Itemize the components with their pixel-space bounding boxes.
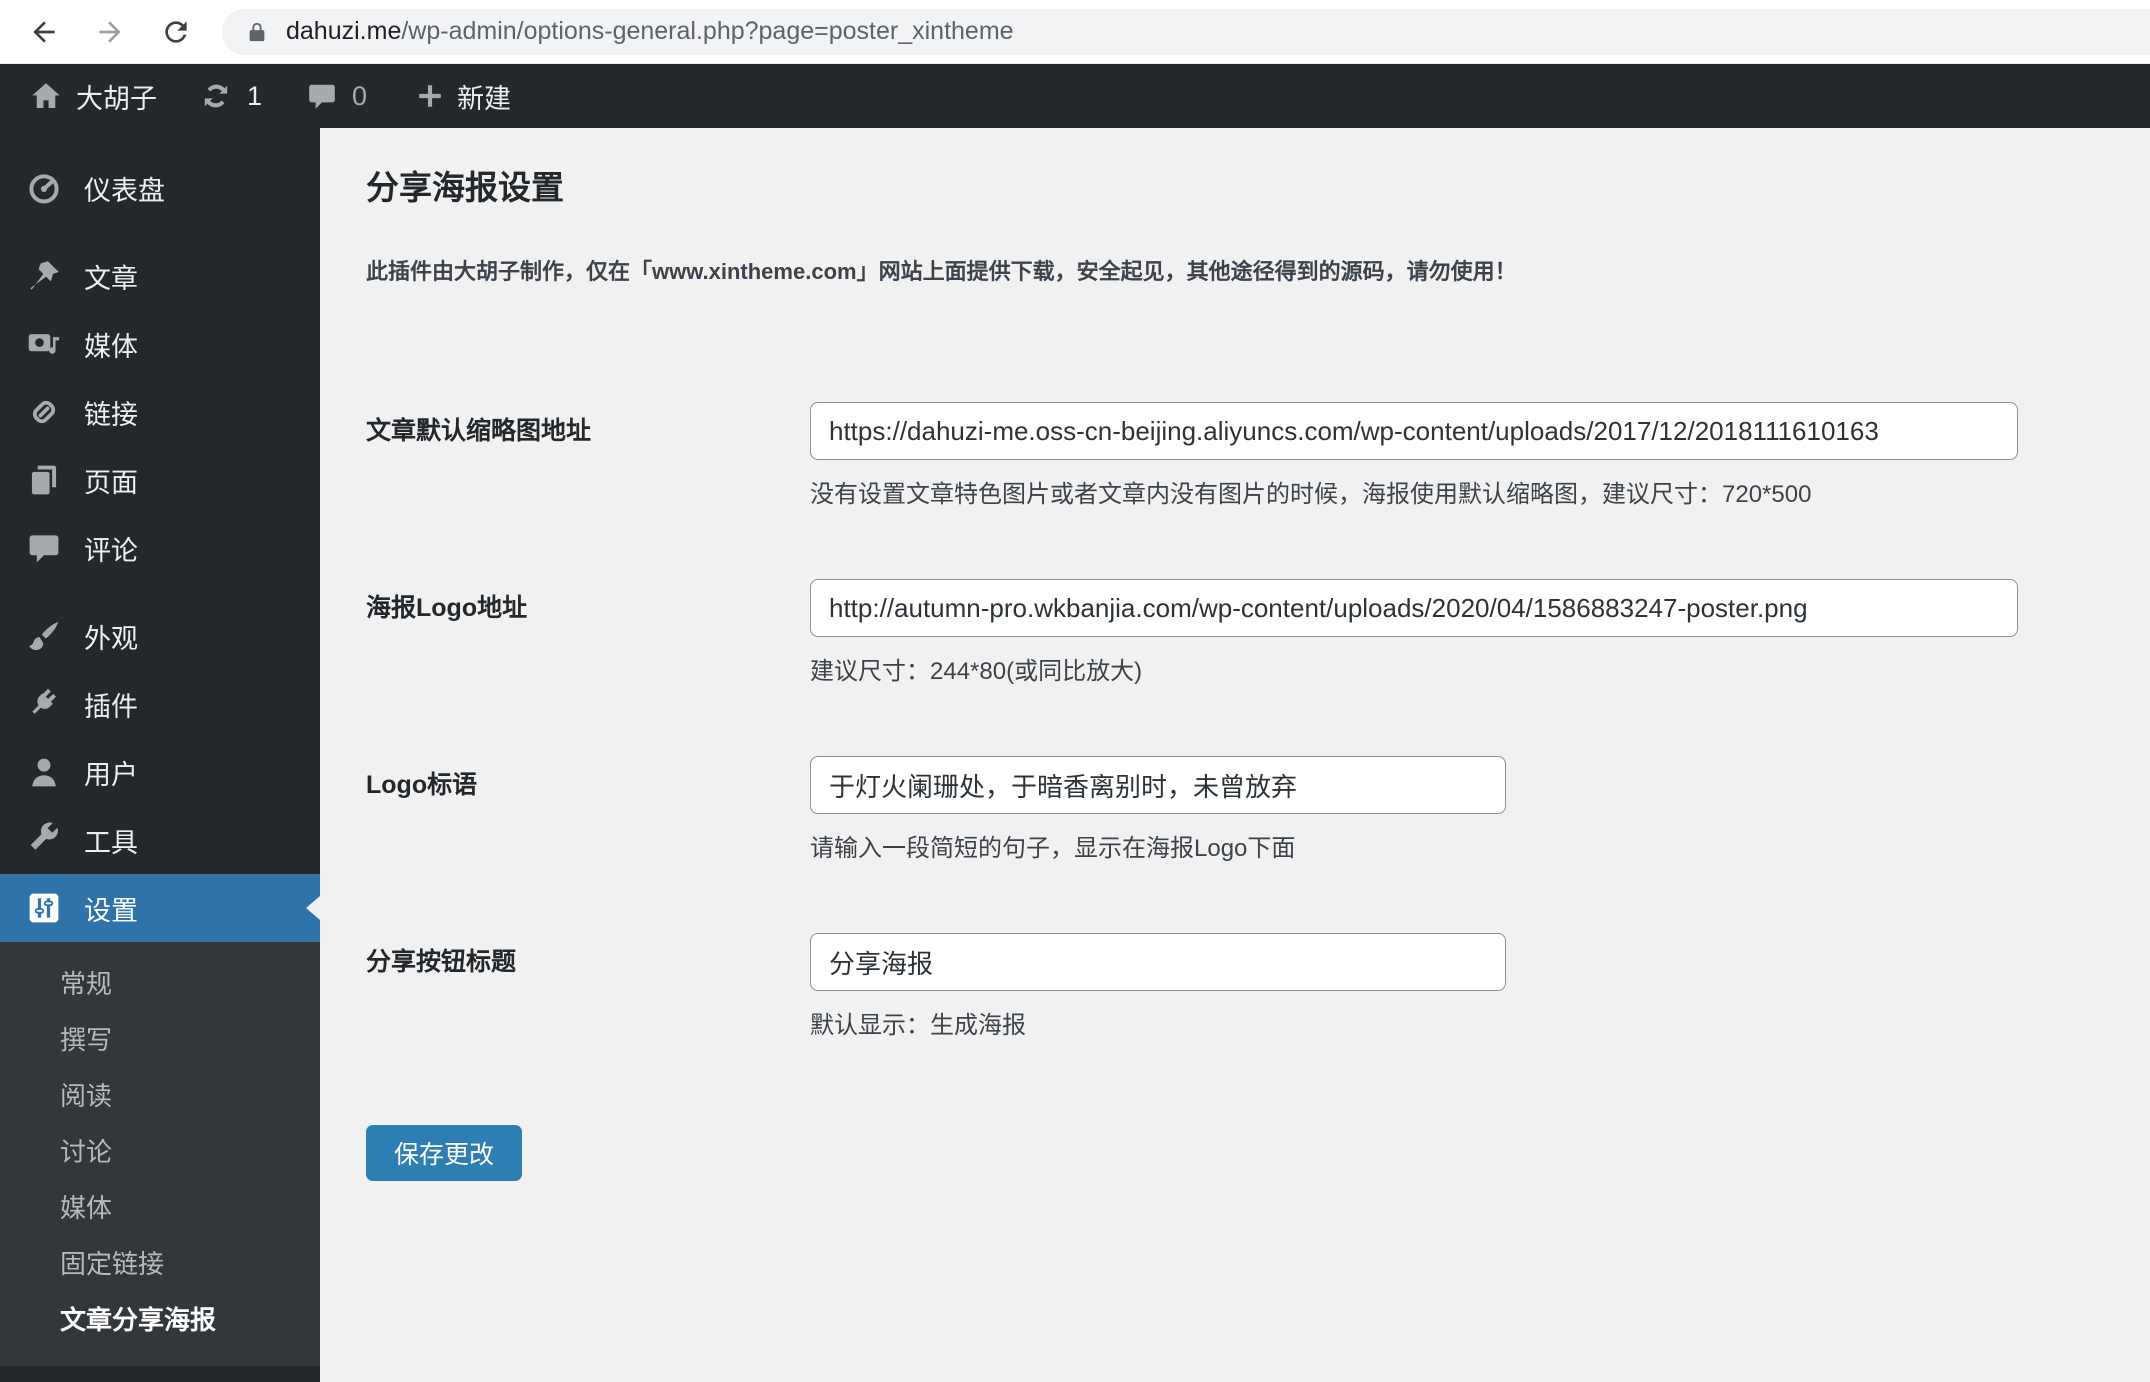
reload-icon xyxy=(165,20,187,43)
field-row-thumbnail-url: 文章默认缩略图地址 没有设置文章特色图片或者文章内没有图片的时候，海报使用默认缩… xyxy=(366,402,2110,509)
admin-bar-new-link[interactable]: 新建 xyxy=(415,64,511,128)
url-host: dahuzi.me xyxy=(286,17,402,45)
submit-row: 保存更改 xyxy=(366,1125,2110,1181)
field-row-share-button-title: 分享按钮标题 默认显示：生成海报 xyxy=(366,933,2110,1040)
pages-icon xyxy=(31,465,57,495)
submenu-item-writing[interactable]: 撰写 xyxy=(0,1012,320,1068)
settings-form: 文章默认缩略图地址 没有设置文章特色图片或者文章内没有图片的时候，海报使用默认缩… xyxy=(366,402,2110,1181)
plus-icon xyxy=(419,85,441,107)
field-label: 分享按钮标题 xyxy=(366,948,517,976)
url-path: /wp-admin/options-general.php?page=poste… xyxy=(401,17,1014,45)
wp-admin-bar: 大胡子 1 0 新建 xyxy=(0,64,2150,128)
dashboard-icon xyxy=(29,174,59,204)
submenu-item-discussion[interactable]: 讨论 xyxy=(0,1124,320,1180)
active-menu-arrow xyxy=(306,896,320,920)
update-icon xyxy=(204,84,228,108)
submenu-item-reading[interactable]: 阅读 xyxy=(0,1068,320,1124)
field-help: 建议尺寸：244*80(或同比放大) xyxy=(810,658,1143,685)
browser-reload-button[interactable] xyxy=(154,10,198,54)
sidebar-item-tools[interactable]: 工具 xyxy=(0,806,320,874)
page-title: 分享海报设置 xyxy=(366,169,564,206)
users-icon xyxy=(32,758,56,787)
field-label: 海报Logo地址 xyxy=(366,594,528,622)
sidebar-item-label: 链接 xyxy=(84,399,138,430)
pin-icon xyxy=(30,261,59,290)
browser-forward-button[interactable] xyxy=(88,10,132,54)
sidebar-item-settings[interactable]: 设置 xyxy=(0,874,320,942)
sidebar-item-label: 外观 xyxy=(84,623,138,654)
submenu-item-permalinks[interactable]: 固定链接 xyxy=(0,1236,320,1292)
new-label: 新建 xyxy=(457,83,512,114)
comment-bubble-icon xyxy=(309,84,335,109)
admin-bar-site-link[interactable]: 大胡子 xyxy=(30,64,157,128)
lock-icon xyxy=(249,22,265,41)
site-name: 大胡子 xyxy=(76,83,157,114)
sidebar-item-label: 用户 xyxy=(84,759,138,790)
link-icon xyxy=(32,400,56,424)
field-label: 文章默认缩略图地址 xyxy=(366,417,592,445)
submenu-item-media[interactable]: 媒体 xyxy=(0,1180,320,1236)
admin-bar-comments-link[interactable]: 0 xyxy=(306,64,367,128)
sidebar-item-label: 媒体 xyxy=(84,331,138,362)
sidebar-item-comments[interactable]: 评论 xyxy=(0,514,320,582)
plugin-notice: 此插件由大胡子制作，仅在「www.xintheme.com」网站上面提供下载，安… xyxy=(366,259,1517,284)
plugins-icon xyxy=(32,688,56,714)
sidebar-item-pages[interactable]: 页面 xyxy=(0,446,320,514)
comment-count: 0 xyxy=(352,80,368,111)
sidebar-item-label: 工具 xyxy=(84,827,138,858)
comments-icon xyxy=(29,535,59,563)
sidebar-item-label: 仪表盘 xyxy=(84,175,165,206)
field-help: 请输入一段简短的句子，显示在海报Logo下面 xyxy=(810,835,1296,862)
update-count: 1 xyxy=(247,80,263,111)
url-text: dahuzi.me/wp-admin/options-general.php?p… xyxy=(286,17,1014,46)
logo-url-input[interactable] xyxy=(810,579,2018,637)
forward-arrow-icon xyxy=(99,20,121,43)
browser-back-button[interactable] xyxy=(22,10,66,54)
sidebar-item-label: 文章 xyxy=(84,263,138,294)
field-row-logo-slogan: Logo标语 请输入一段简短的句子，显示在海报Logo下面 xyxy=(366,756,2110,863)
logo-slogan-input[interactable] xyxy=(810,756,1506,814)
back-arrow-icon xyxy=(33,20,55,43)
share-button-title-input[interactable] xyxy=(810,933,1506,991)
sidebar-item-label: 页面 xyxy=(84,467,138,498)
thumbnail-url-input[interactable] xyxy=(810,402,2018,460)
sidebar-item-posts[interactable]: 文章 xyxy=(0,242,320,310)
submenu-item-share-poster[interactable]: 文章分享海报 xyxy=(0,1292,320,1348)
field-row-logo-url: 海报Logo地址 建议尺寸：244*80(或同比放大) xyxy=(366,579,2110,686)
sidebar-item-appearance[interactable]: 外观 xyxy=(0,602,320,670)
settings-icon xyxy=(29,893,59,923)
sidebar-item-label: 设置 xyxy=(84,895,138,926)
media-icon xyxy=(28,334,60,354)
settings-submenu: 常规 撰写 阅读 讨论 媒体 固定链接 文章分享海报 xyxy=(0,942,320,1366)
field-label: Logo标语 xyxy=(366,771,478,799)
sidebar-item-plugins[interactable]: 插件 xyxy=(0,670,320,738)
sidebar-item-label: 插件 xyxy=(84,691,138,722)
sidebar-item-media[interactable]: 媒体 xyxy=(0,310,320,378)
submenu-item-general[interactable]: 常规 xyxy=(0,956,320,1012)
browser-toolbar: dahuzi.me/wp-admin/options-general.php?p… xyxy=(0,0,2150,64)
sidebar-item-links[interactable]: 链接 xyxy=(0,378,320,446)
appearance-icon xyxy=(29,621,59,651)
address-bar[interactable]: dahuzi.me/wp-admin/options-general.php?p… xyxy=(222,8,2150,55)
sidebar-item-users[interactable]: 用户 xyxy=(0,738,320,806)
wp-sidebar: 仪表盘 文章 媒体 链接 页面 评论 外观 插件 用户 工具 设置 常规 撰写 … xyxy=(0,128,320,1382)
admin-bar-updates-link[interactable]: 1 xyxy=(199,64,262,128)
sidebar-item-label: 评论 xyxy=(84,535,138,566)
home-icon xyxy=(32,83,60,108)
save-button[interactable]: 保存更改 xyxy=(366,1125,523,1181)
menu-separator xyxy=(0,222,320,242)
field-help: 没有设置文章特色图片或者文章内没有图片的时候，海报使用默认缩略图，建议尺寸：72… xyxy=(810,481,1812,508)
admin-menu: 仪表盘 文章 媒体 链接 页面 评论 外观 插件 用户 工具 设置 xyxy=(0,128,320,942)
main-content: 分享海报设置 此插件由大胡子制作，仅在「www.xintheme.com」网站上… xyxy=(320,128,2150,1382)
field-help: 默认显示：生成海报 xyxy=(810,1012,1026,1039)
menu-separator xyxy=(0,582,320,602)
tools-icon xyxy=(30,822,58,850)
sidebar-item-dashboard[interactable]: 仪表盘 xyxy=(0,154,320,222)
